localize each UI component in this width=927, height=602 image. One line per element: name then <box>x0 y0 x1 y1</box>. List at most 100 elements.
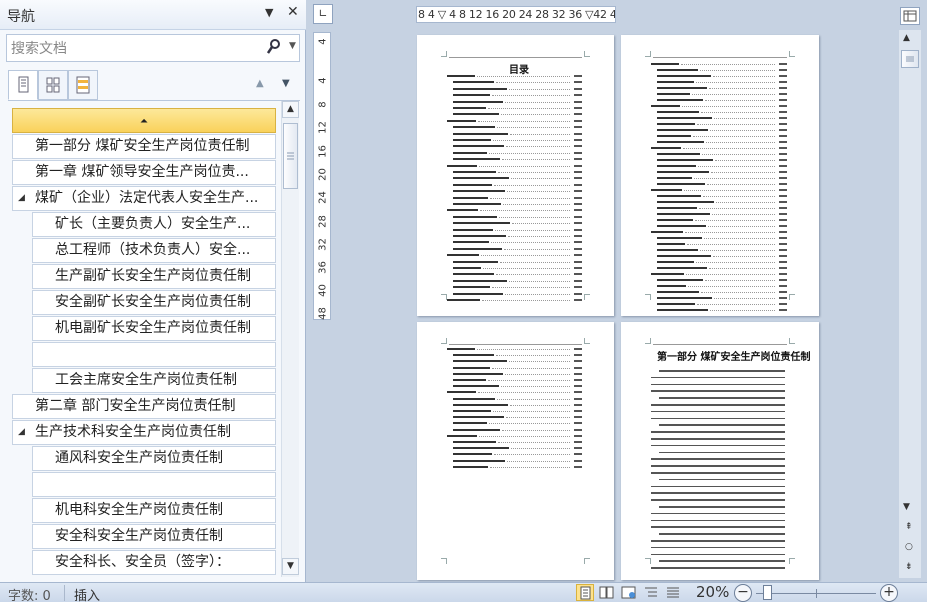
heading-item[interactable] <box>32 472 276 497</box>
toc-entry-text <box>657 267 707 269</box>
toc-leader <box>507 191 570 193</box>
tab-stop-selector[interactable]: ∟ <box>313 4 333 24</box>
collapse-triangle-icon[interactable]: ◢ <box>18 421 25 444</box>
scroll-down-icon[interactable]: ▼ <box>903 502 910 512</box>
toc-page-number <box>574 196 582 199</box>
crop-mark <box>441 51 447 57</box>
heading-list: ⏶ 第一部分 煤矿安全生产岗位责任制 第一章 煤矿领导安全生产岗位责... ◢ 煤矿（企… <box>10 108 280 580</box>
document-page-2[interactable] <box>621 35 819 316</box>
next-heading-icon[interactable]: ▼ <box>282 78 290 89</box>
toc-leader <box>700 250 775 251</box>
toc-page-number <box>779 213 787 215</box>
toc-page-number <box>574 410 582 412</box>
toc-page-number <box>779 129 787 131</box>
toc-page-number <box>574 397 582 400</box>
document-scrollbar[interactable]: ▲ ▼ ⇞ ○ ⇟ <box>899 30 921 578</box>
document-scroll-thumb[interactable] <box>901 50 919 68</box>
search-input[interactable] <box>11 39 261 59</box>
heading-item[interactable]: 通风科安全生产岗位责任制 <box>32 446 276 471</box>
horizontal-ruler[interactable]: 8 4 ▽ 4 8 12 16 20 24 28 32 36 ▽42 46 <box>416 6 616 23</box>
heading-item[interactable]: 第一部分 煤矿安全生产岗位责任制 <box>12 134 276 159</box>
toc-entry-text <box>453 100 503 103</box>
toc-page-number <box>574 107 582 109</box>
document-page-3[interactable] <box>417 322 614 580</box>
heading-item[interactable]: 第一章 煤矿领导安全生产岗位责... <box>12 160 276 185</box>
toc-entry-text <box>453 459 505 462</box>
toc-entry-text <box>453 222 510 225</box>
heading-item[interactable]: 生产副矿长安全生产岗位责任制 <box>32 264 276 289</box>
web-layout-button[interactable] <box>620 584 638 601</box>
toc-entry-text <box>651 63 679 65</box>
crop-mark <box>789 294 795 300</box>
document-page-1[interactable]: 目录 <box>417 35 614 316</box>
toc-page-number <box>779 231 787 233</box>
heading-item[interactable]: 工会主席安全生产岗位责任制 <box>32 368 276 393</box>
toc-leader <box>500 261 570 263</box>
search-box[interactable]: ▼ <box>6 34 300 62</box>
toc-entry-text <box>453 139 491 141</box>
toc-leader <box>715 160 775 161</box>
toc-entry-text <box>447 391 476 394</box>
nav-scroll-down-icon[interactable]: ▼ <box>282 558 299 575</box>
toc-leader <box>714 118 775 119</box>
insert-mode[interactable]: 插入 <box>74 585 100 602</box>
nav-options-dropdown-icon[interactable]: ▼ <box>265 6 273 19</box>
body-text-line <box>659 533 785 535</box>
select-browse-object-icon[interactable]: ○ <box>905 542 913 552</box>
heading-item[interactable]: 机电副矿长安全生产岗位责任制 <box>32 316 276 341</box>
toc-leader <box>489 423 570 425</box>
toc-leader <box>492 287 570 289</box>
scroll-up-icon[interactable]: ▲ <box>903 33 910 43</box>
next-page-icon[interactable]: ⇟ <box>905 562 913 572</box>
toc-page-number <box>779 207 787 209</box>
tab-browse-pages[interactable] <box>38 70 68 100</box>
nav-scrollbar[interactable]: ▲ ▼ <box>281 101 299 577</box>
heading-item[interactable]: 安全科安全生产岗位责任制 <box>32 524 276 549</box>
heading-item[interactable]: ◢ 煤矿（企业）法定代表人安全生产... <box>12 186 276 211</box>
toc-leader <box>482 300 570 301</box>
nav-scroll-thumb[interactable] <box>283 123 298 189</box>
toc-page-number <box>574 247 582 250</box>
print-layout-button[interactable] <box>576 584 594 601</box>
heading-item[interactable]: 第二章 部门安全生产岗位责任制 <box>12 394 276 419</box>
toc-page-number <box>574 366 582 369</box>
collapse-triangle-icon[interactable]: ◢ <box>18 187 25 210</box>
grip-icon <box>906 56 914 62</box>
zoom-in-button[interactable]: + <box>880 584 898 602</box>
toc-leader <box>502 429 570 431</box>
previous-heading-icon[interactable]: ▲ <box>256 78 264 89</box>
view-ruler-toggle[interactable] <box>900 7 920 25</box>
heading-item[interactable]: 矿长（主要负责人）安全生产... <box>32 212 276 237</box>
zoom-slider-thumb[interactable] <box>763 585 772 600</box>
word-count[interactable]: 字数: 0 <box>8 585 51 602</box>
toc-page-number <box>574 228 582 231</box>
tab-browse-results[interactable] <box>68 70 98 100</box>
toc-leader <box>695 220 775 221</box>
heading-item[interactable]: 安全副矿长安全生产岗位责任制 <box>32 290 276 315</box>
zoom-level[interactable]: 20% <box>696 583 729 601</box>
outline-view-button[interactable] <box>642 584 660 601</box>
search-options-chevron-icon[interactable]: ▼ <box>289 41 296 51</box>
document-page-4[interactable]: 第一部分 煤矿安全生产岗位责任制 <box>621 322 819 580</box>
toc-leader <box>699 208 775 209</box>
heading-item[interactable]: ◢ 生产技术科安全生产岗位责任制 <box>12 420 276 445</box>
heading-item-selected[interactable]: ⏶ <box>12 108 276 133</box>
previous-page-icon[interactable]: ⇞ <box>905 522 913 532</box>
full-screen-reading-button[interactable] <box>598 584 616 601</box>
vertical-ruler[interactable]: 4 4 8 12 16 20 24 28 32 36 40 48 <box>313 32 331 320</box>
nav-close-icon[interactable]: ✕ <box>287 4 299 20</box>
heading-item[interactable]: 机电科安全生产岗位责任制 <box>32 498 276 523</box>
zoom-out-button[interactable]: − <box>734 584 752 602</box>
toc-entry-text <box>657 99 703 101</box>
heading-item[interactable] <box>32 342 276 367</box>
nav-header: 导航 ▼ ✕ <box>0 0 306 30</box>
toc-page-number <box>574 183 582 186</box>
toc-page-number <box>574 119 582 122</box>
toc-page-number <box>574 94 582 97</box>
heading-item[interactable]: 总工程师（技术负责人）安全... <box>32 238 276 263</box>
draft-view-button[interactable] <box>664 584 682 601</box>
tab-browse-headings[interactable] <box>8 70 38 100</box>
heading-item[interactable]: 安全科长、安全员（签字）： <box>32 550 276 575</box>
search-icon[interactable] <box>267 39 281 55</box>
nav-scroll-up-icon[interactable]: ▲ <box>282 101 299 118</box>
